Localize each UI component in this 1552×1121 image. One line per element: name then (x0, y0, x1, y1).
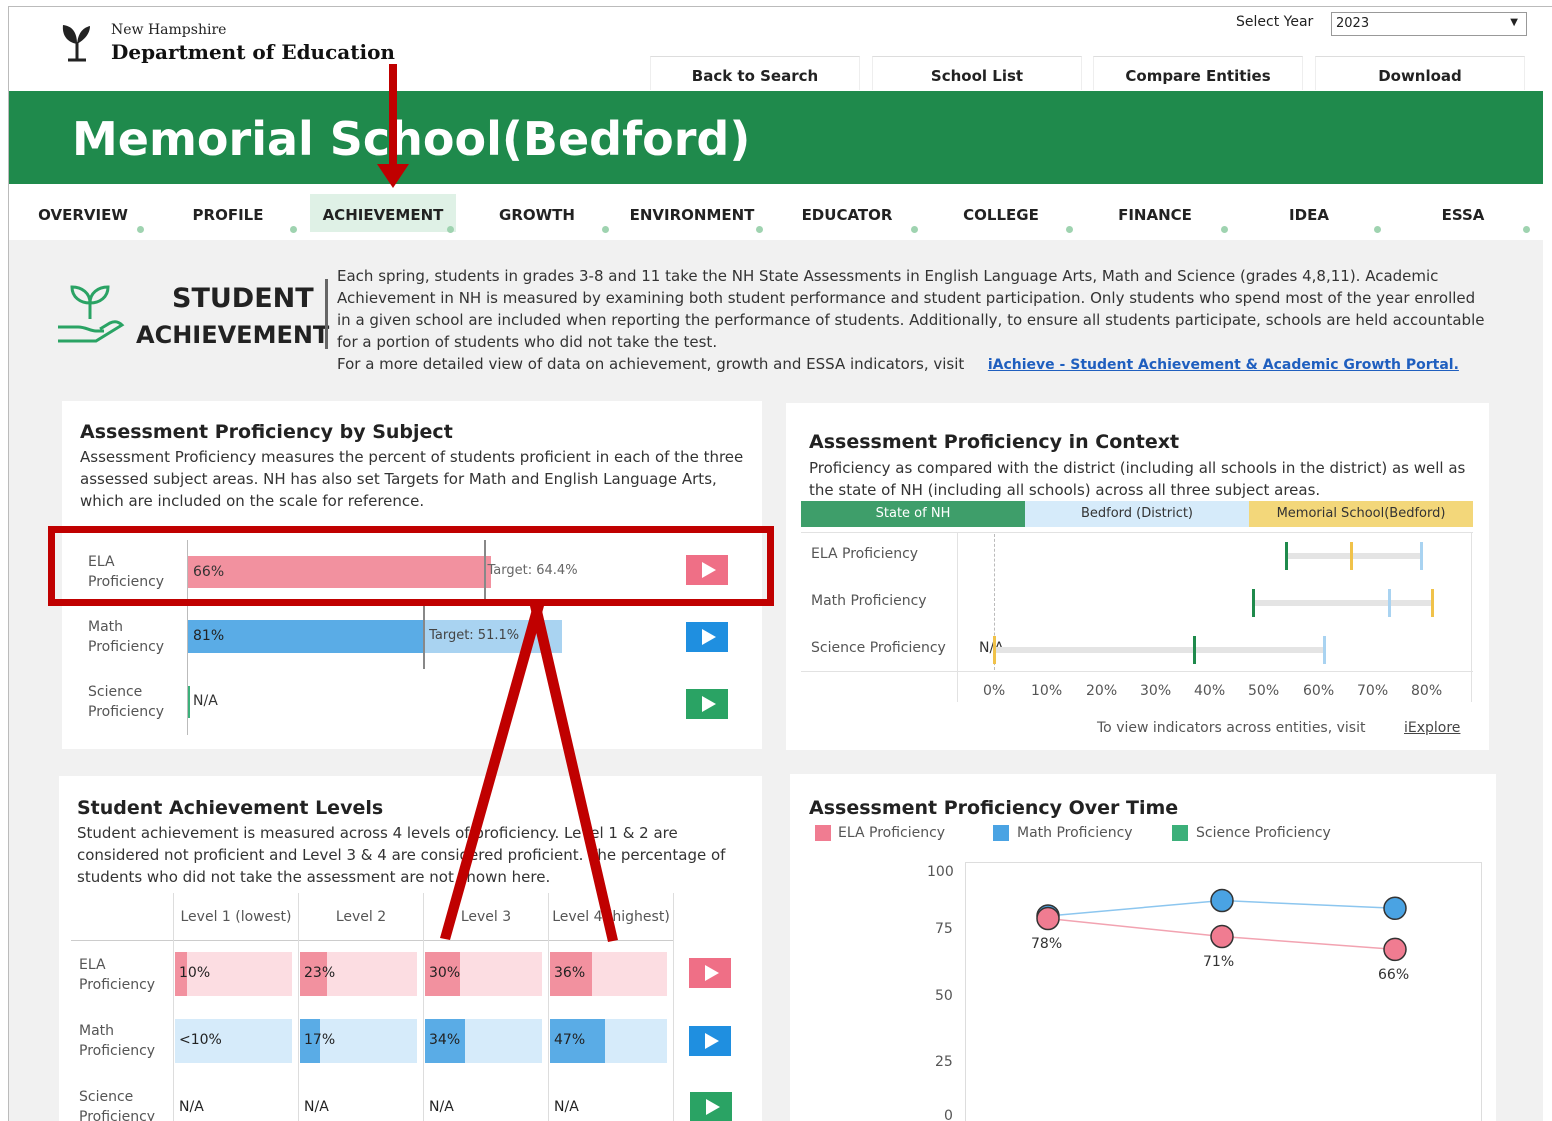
annotation-callout-lines (440, 602, 618, 942)
